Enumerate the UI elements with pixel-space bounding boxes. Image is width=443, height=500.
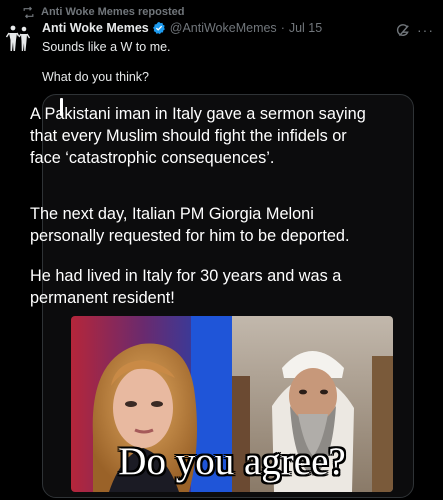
display-name[interactable]: Anti Woke Memes bbox=[42, 21, 149, 35]
repost-icon bbox=[23, 6, 34, 18]
tweet-text-line-2: What do you think? bbox=[42, 70, 150, 84]
tweet-date[interactable]: Jul 15 bbox=[289, 21, 322, 35]
repost-context[interactable]: Anti Woke Memes reposted bbox=[22, 4, 184, 20]
user-handle[interactable]: @AntiWokeMemes bbox=[170, 21, 277, 35]
avatar-figures-icon[interactable] bbox=[6, 24, 30, 52]
tweet-header: Anti Woke Memes @AntiWokeMemes · Jul 15 bbox=[42, 21, 322, 35]
meme-caption: Do you agree? bbox=[118, 440, 346, 483]
verified-badge-icon[interactable] bbox=[152, 21, 166, 35]
tweet-text-line-1: Sounds like a W to me. bbox=[42, 40, 171, 54]
separator-dot: · bbox=[280, 21, 285, 35]
grok-icon[interactable] bbox=[396, 24, 410, 38]
media-paragraph-1: A Pakistani iman in Italy gave a sermon … bbox=[30, 105, 366, 167]
repost-label: Anti Woke Memes reposted bbox=[41, 6, 185, 18]
media-paragraph-2: The next day, Italian PM Giorgia Meloni … bbox=[30, 205, 350, 245]
more-icon[interactable]: ··· bbox=[417, 22, 435, 38]
media-paragraph-3: He had lived in Italy for 30 years and w… bbox=[30, 267, 342, 307]
meme-image[interactable]: Do you agree? bbox=[71, 316, 393, 492]
